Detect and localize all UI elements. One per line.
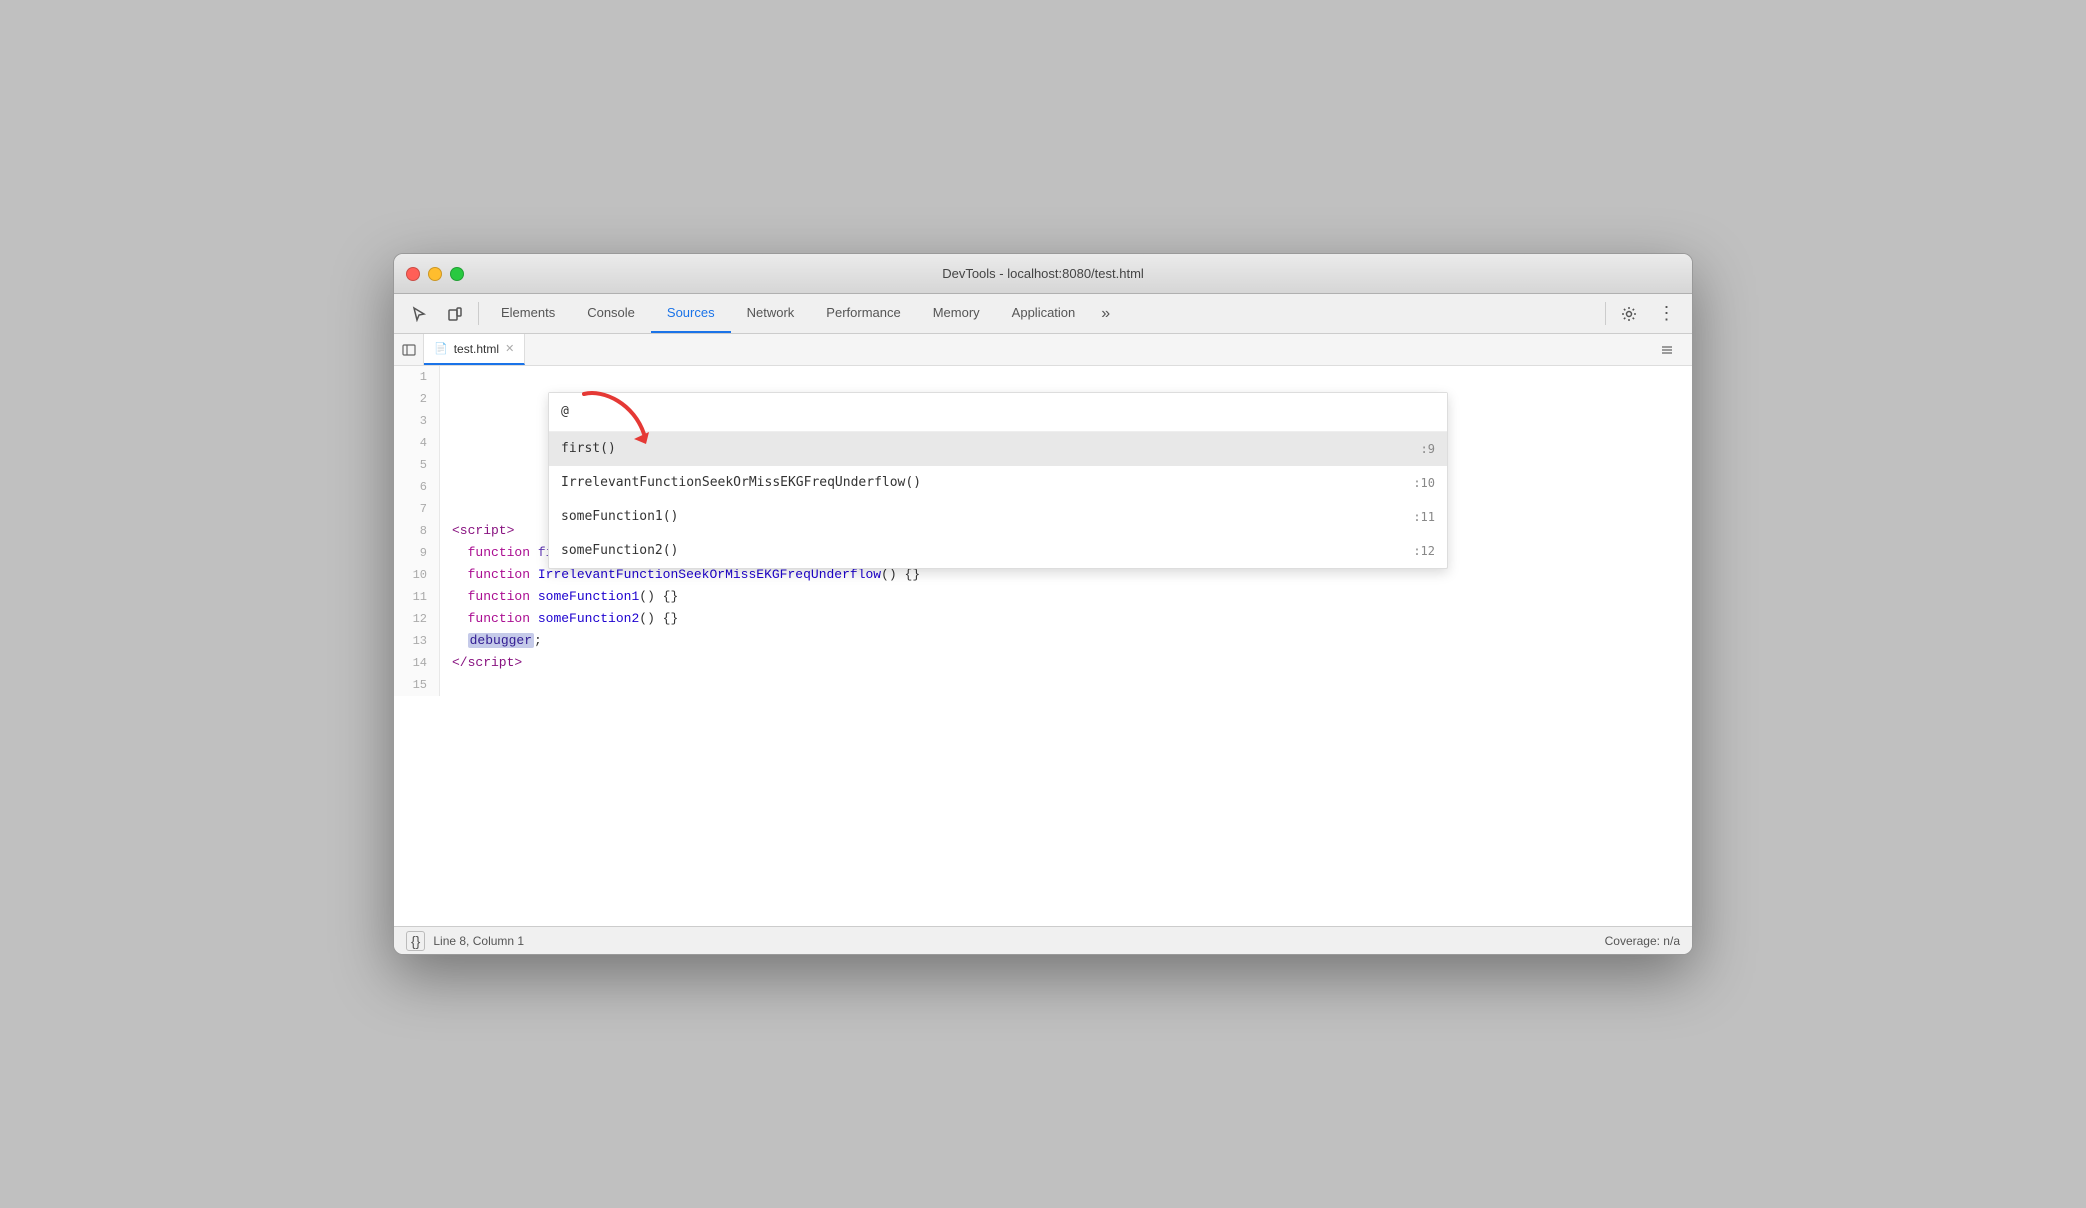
autocomplete-item-2[interactable]: someFunction1() :11: [549, 500, 1447, 534]
autocomplete-item-line-0: :9: [1421, 438, 1435, 460]
close-drawer-button[interactable]: [1650, 334, 1684, 365]
traffic-lights: [406, 267, 464, 281]
status-right: Coverage: n/a: [1605, 934, 1680, 948]
code-line-12: 12 function someFunction2() {}: [394, 608, 1692, 630]
line-num-11: 11: [394, 586, 440, 608]
autocomplete-item-name-3: someFunction2(): [561, 540, 678, 562]
code-line-1: 1: [394, 366, 1692, 388]
autocomplete-item-line-1: :10: [1413, 472, 1435, 494]
tab-elements[interactable]: Elements: [485, 294, 571, 333]
more-options-button[interactable]: ⋮: [1650, 294, 1684, 333]
line-num-4: 4: [394, 432, 440, 454]
file-tabs-bar: 📄 test.html ✕: [394, 334, 1692, 366]
pretty-print-button[interactable]: {}: [406, 931, 425, 951]
line-content-12: function someFunction2() {}: [440, 608, 1692, 630]
coverage-status: Coverage: n/a: [1605, 934, 1680, 948]
tab-performance[interactable]: Performance: [810, 294, 916, 333]
devtools-window: DevTools - localhost:8080/test.html Elem…: [393, 253, 1693, 955]
autocomplete-dropdown: @ first() :9 IrrelevantFunctionSeekOrMis…: [548, 392, 1448, 569]
line-num-9: 9: [394, 542, 440, 564]
line-num-12: 12: [394, 608, 440, 630]
autocomplete-item-0[interactable]: first() :9: [549, 432, 1447, 466]
file-tab-test-html[interactable]: 📄 test.html ✕: [424, 334, 525, 365]
line-num-8: 8: [394, 520, 440, 542]
select-element-button[interactable]: [402, 294, 436, 333]
show-navigator-button[interactable]: [394, 334, 424, 365]
line-content-14: </script>: [440, 652, 1692, 674]
cursor-position: Line 8, Column 1: [433, 934, 524, 948]
line-content-15: [440, 674, 1692, 696]
line-num-5: 5: [394, 454, 440, 476]
device-toggle-button[interactable]: [438, 294, 472, 333]
window-title: DevTools - localhost:8080/test.html: [942, 266, 1144, 281]
autocomplete-item-3[interactable]: someFunction2() :12: [549, 534, 1447, 568]
tab-network[interactable]: Network: [731, 294, 811, 333]
autocomplete-item-name-1: IrrelevantFunctionSeekOrMissEKGFreqUnder…: [561, 472, 921, 494]
line-num-2: 2: [394, 388, 440, 410]
tab-application[interactable]: Application: [996, 294, 1092, 333]
code-line-14: 14 </script>: [394, 652, 1692, 674]
maximize-button[interactable]: [450, 267, 464, 281]
tab-sources[interactable]: Sources: [651, 294, 731, 333]
status-left: {} Line 8, Column 1: [406, 931, 524, 951]
main-content: @ first() :9 IrrelevantFunctionSeekOrMis…: [394, 366, 1692, 954]
code-line-15: 15: [394, 674, 1692, 696]
devtools-toolbar: Elements Console Sources Network Perform…: [394, 294, 1692, 334]
toolbar-right: ⋮: [1612, 294, 1684, 333]
toolbar-divider-2: [1605, 302, 1606, 325]
autocomplete-item-name-2: someFunction1(): [561, 506, 678, 528]
code-line-11: 11 function someFunction1() {}: [394, 586, 1692, 608]
line-num-10: 10: [394, 564, 440, 586]
tab-memory[interactable]: Memory: [917, 294, 996, 333]
autocomplete-item-name-0: first(): [561, 438, 616, 460]
code-line-13: 13 debugger;: [394, 630, 1692, 652]
code-editor[interactable]: @ first() :9 IrrelevantFunctionSeekOrMis…: [394, 366, 1692, 926]
titlebar: DevTools - localhost:8080/test.html: [394, 254, 1692, 294]
line-num-7: 7: [394, 498, 440, 520]
autocomplete-item-line-3: :12: [1413, 540, 1435, 562]
status-bar: {} Line 8, Column 1 Coverage: n/a: [394, 926, 1692, 954]
line-content-13: debugger;: [440, 630, 1692, 652]
line-num-13: 13: [394, 630, 440, 652]
tab-console[interactable]: Console: [571, 294, 651, 333]
code-editor-empty: [394, 696, 1692, 926]
file-tab-close[interactable]: ✕: [505, 342, 514, 355]
settings-button[interactable]: [1612, 294, 1646, 333]
minimize-button[interactable]: [428, 267, 442, 281]
toolbar-divider: [478, 302, 479, 325]
close-button[interactable]: [406, 267, 420, 281]
autocomplete-item-line-2: :11: [1413, 506, 1435, 528]
line-num-3: 3: [394, 410, 440, 432]
autocomplete-search-bar: @: [549, 393, 1447, 432]
line-num-15: 15: [394, 674, 440, 696]
line-content-1: [440, 366, 1692, 388]
line-num-6: 6: [394, 476, 440, 498]
line-num-14: 14: [394, 652, 440, 674]
file-icon: 📄: [434, 342, 448, 355]
tab-bar: Elements Console Sources Network Perform…: [485, 294, 1599, 333]
more-tabs-button[interactable]: »: [1091, 294, 1120, 333]
line-content-11: function someFunction1() {}: [440, 586, 1692, 608]
line-num-1: 1: [394, 366, 440, 388]
autocomplete-item-1[interactable]: IrrelevantFunctionSeekOrMissEKGFreqUnder…: [549, 466, 1447, 500]
file-tab-right: [1650, 334, 1692, 365]
file-tab-name: test.html: [454, 342, 499, 356]
autocomplete-search-text[interactable]: @: [561, 401, 1435, 423]
